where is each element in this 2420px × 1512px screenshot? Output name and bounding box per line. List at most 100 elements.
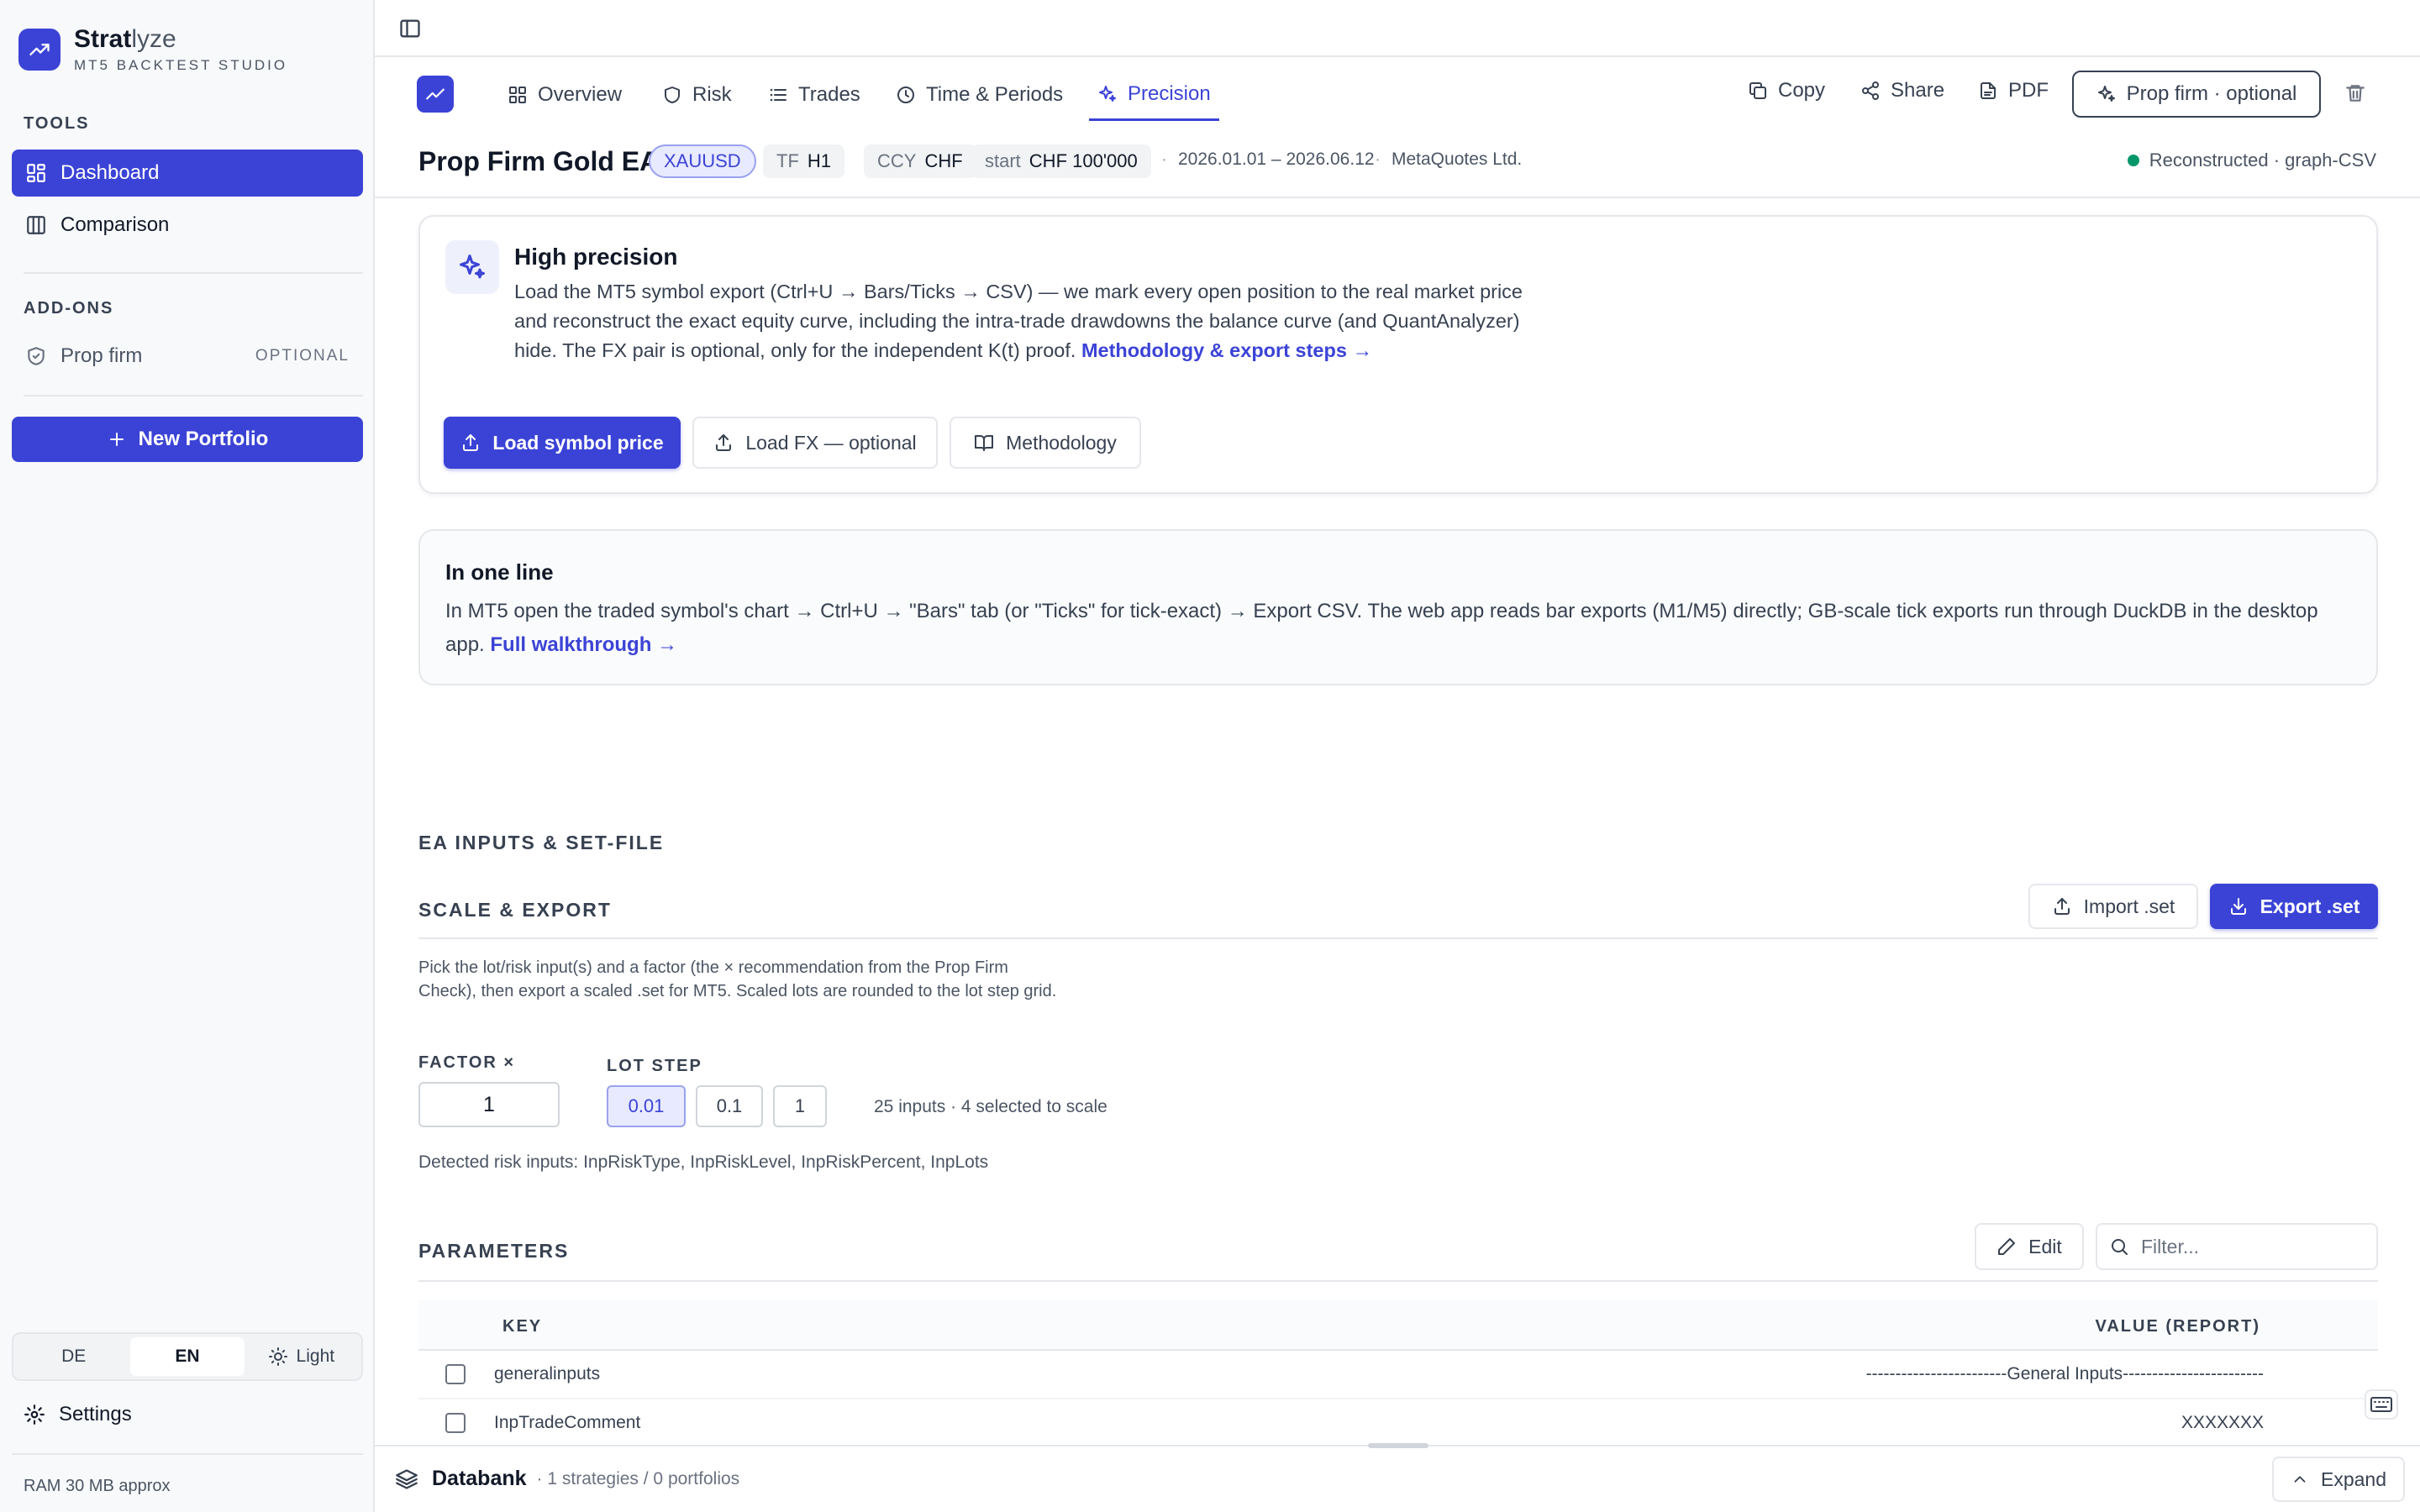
gear-icon xyxy=(24,1404,45,1425)
tab-label: Trades xyxy=(798,83,860,106)
tab-overview[interactable]: Overview xyxy=(508,69,622,121)
separator: · xyxy=(1161,150,1167,169)
settings-link[interactable]: Settings xyxy=(24,1403,132,1426)
trend-chart-icon[interactable] xyxy=(417,76,454,113)
resize-handle[interactable] xyxy=(1368,1443,1428,1448)
brand-subtitle: MT5 BACKTEST STUDIO xyxy=(74,57,288,73)
param-key: InpTradeComment xyxy=(494,1413,641,1432)
shield-icon xyxy=(662,85,682,105)
copy-button[interactable]: Copy xyxy=(1748,69,1825,113)
settings-label: Settings xyxy=(59,1403,132,1425)
param-key: generalinputs xyxy=(494,1364,601,1383)
methodology-button[interactable]: Methodology xyxy=(950,417,1141,469)
edit-button[interactable]: Edit xyxy=(1975,1223,2084,1270)
high-precision-card: High precision Load the MT5 symbol expor… xyxy=(418,215,2378,494)
tab-risk[interactable]: Risk xyxy=(662,69,732,121)
upload-icon xyxy=(2052,896,2072,916)
divider xyxy=(418,1280,2378,1282)
export-set-button[interactable]: Export .set xyxy=(2210,884,2378,929)
tab-label: Overview xyxy=(538,83,623,106)
divider xyxy=(24,272,363,274)
share-button[interactable]: Share xyxy=(1860,69,1944,113)
share-icon xyxy=(1860,81,1881,101)
new-portfolio-button[interactable]: New Portfolio xyxy=(12,417,363,462)
brand[interactable]: Stratlyze MT5 BACKTEST STUDIO xyxy=(18,25,287,74)
sidebar: Stratlyze MT5 BACKTEST STUDIO TOOLS Dash… xyxy=(0,0,375,1512)
expand-button[interactable]: Expand xyxy=(2272,1457,2405,1502)
databank-bar: Databank · 1 strategies / 0 portfolios E… xyxy=(375,1443,2420,1512)
load-symbol-price-button[interactable]: Load symbol price xyxy=(444,417,681,469)
date-range: 2026.01.01 – 2026.06.12 xyxy=(1178,150,1375,169)
lot-step-0-01-button[interactable]: 0.01 xyxy=(607,1085,686,1127)
filter-box xyxy=(2096,1223,2378,1270)
brand-name: Stratlyze xyxy=(74,25,176,53)
prop-firm-button[interactable]: Prop firm · optional xyxy=(2072,71,2321,118)
tools-section-title: TOOLS xyxy=(24,114,90,133)
load-fx-button[interactable]: Load FX — optional xyxy=(692,417,938,469)
sidebar-item-dashboard[interactable]: Dashboard xyxy=(12,150,363,197)
separator: · xyxy=(1375,150,1381,169)
lot-step-0-1-button[interactable]: 0.1 xyxy=(696,1085,763,1127)
timeframe-pill: TF H1 xyxy=(763,144,845,178)
lang-de-button[interactable]: DE xyxy=(17,1337,130,1376)
import-set-label: Import .set xyxy=(2083,895,2175,917)
databank-title[interactable]: Databank · 1 strategies / 0 portfolios xyxy=(395,1467,739,1491)
table-row: InpTradeComment XXXXXXX xyxy=(418,1399,2378,1448)
copy-icon xyxy=(1748,81,1768,101)
status-badge: Reconstructed · graph-CSV xyxy=(2127,150,2376,171)
edit-label: Edit xyxy=(2028,1235,2062,1257)
optional-badge: OPTIONAL xyxy=(255,347,350,365)
pdf-button[interactable]: PDF xyxy=(1978,69,2049,113)
lot-step-1-button[interactable]: 1 xyxy=(773,1085,827,1127)
methodology-label: Methodology xyxy=(1006,431,1117,454)
sun-icon xyxy=(268,1347,288,1367)
grid-icon xyxy=(25,162,47,184)
sidebar-item-prop-firm[interactable]: Prop firm OPTIONAL xyxy=(12,333,363,380)
load-fx-label: Load FX — optional xyxy=(745,431,917,454)
status-label: Reconstructed · graph-CSV xyxy=(2149,150,2376,171)
tab-time-periods[interactable]: Time & Periods xyxy=(896,69,1063,121)
scale-export-title: SCALE & EXPORT xyxy=(418,899,612,921)
full-walkthrough-link[interactable]: Full walkthrough → xyxy=(490,633,677,656)
divider xyxy=(418,937,2378,939)
file-icon xyxy=(1978,81,1998,101)
sidebar-item-label: Dashboard xyxy=(60,161,160,184)
in-one-line-text: In MT5 open the traded symbol's chart → … xyxy=(445,600,2318,656)
currency-pill: CCY CHF xyxy=(864,144,976,178)
detected-risk-inputs: Detected risk inputs: InpRiskType, InpRi… xyxy=(418,1152,989,1172)
shield-check-icon xyxy=(25,345,47,367)
list-icon xyxy=(768,85,788,105)
lang-en-button[interactable]: EN xyxy=(130,1337,245,1376)
row-checkbox[interactable] xyxy=(445,1364,466,1384)
factor-input[interactable]: 1 xyxy=(418,1082,560,1127)
import-set-button[interactable]: Import .set xyxy=(2028,884,2198,929)
row-checkbox[interactable] xyxy=(445,1413,466,1433)
tab-trades[interactable]: Trades xyxy=(768,69,860,121)
filter-input[interactable] xyxy=(2139,1234,2366,1259)
plus-icon xyxy=(107,429,127,449)
in-one-line-card: In one line In MT5 open the traded symbo… xyxy=(418,529,2378,685)
factor-label: FACTOR × xyxy=(418,1053,516,1072)
trend-chart-icon xyxy=(18,29,60,71)
divider xyxy=(12,1453,363,1455)
high-precision-description: Load the MT5 symbol export (Ctrl+U → Bar… xyxy=(514,281,1523,361)
databank-label: Databank xyxy=(432,1467,527,1490)
trash-icon[interactable] xyxy=(2344,82,2366,104)
sidebar-item-comparison[interactable]: Comparison xyxy=(12,202,363,249)
sparkles-icon xyxy=(445,240,499,294)
sparkles-icon xyxy=(1097,84,1118,104)
theme-toggle-button[interactable]: Light xyxy=(245,1337,358,1376)
pencil-icon xyxy=(1996,1236,2017,1257)
methodology-export-link[interactable]: Methodology & export steps → xyxy=(1081,339,1372,361)
keyboard-icon[interactable] xyxy=(2365,1389,2398,1420)
databank-summary: · 1 strategies / 0 portfolios xyxy=(536,1468,740,1488)
sparkles-icon xyxy=(2096,84,2117,104)
tab-label: Time & Periods xyxy=(926,83,1064,106)
share-label: Share xyxy=(1891,79,1945,102)
tab-precision[interactable]: Precision xyxy=(1089,69,1219,121)
load-symbol-price-label: Load symbol price xyxy=(492,431,664,454)
strategy-info-bar: Prop Firm Gold EA XAUUSD TF H1 CCY CHF sta… xyxy=(375,123,2420,198)
ram-usage: RAM 30 MB approx xyxy=(24,1477,171,1495)
clock-icon xyxy=(896,85,916,105)
sidebar-toggle-icon[interactable] xyxy=(398,17,422,40)
